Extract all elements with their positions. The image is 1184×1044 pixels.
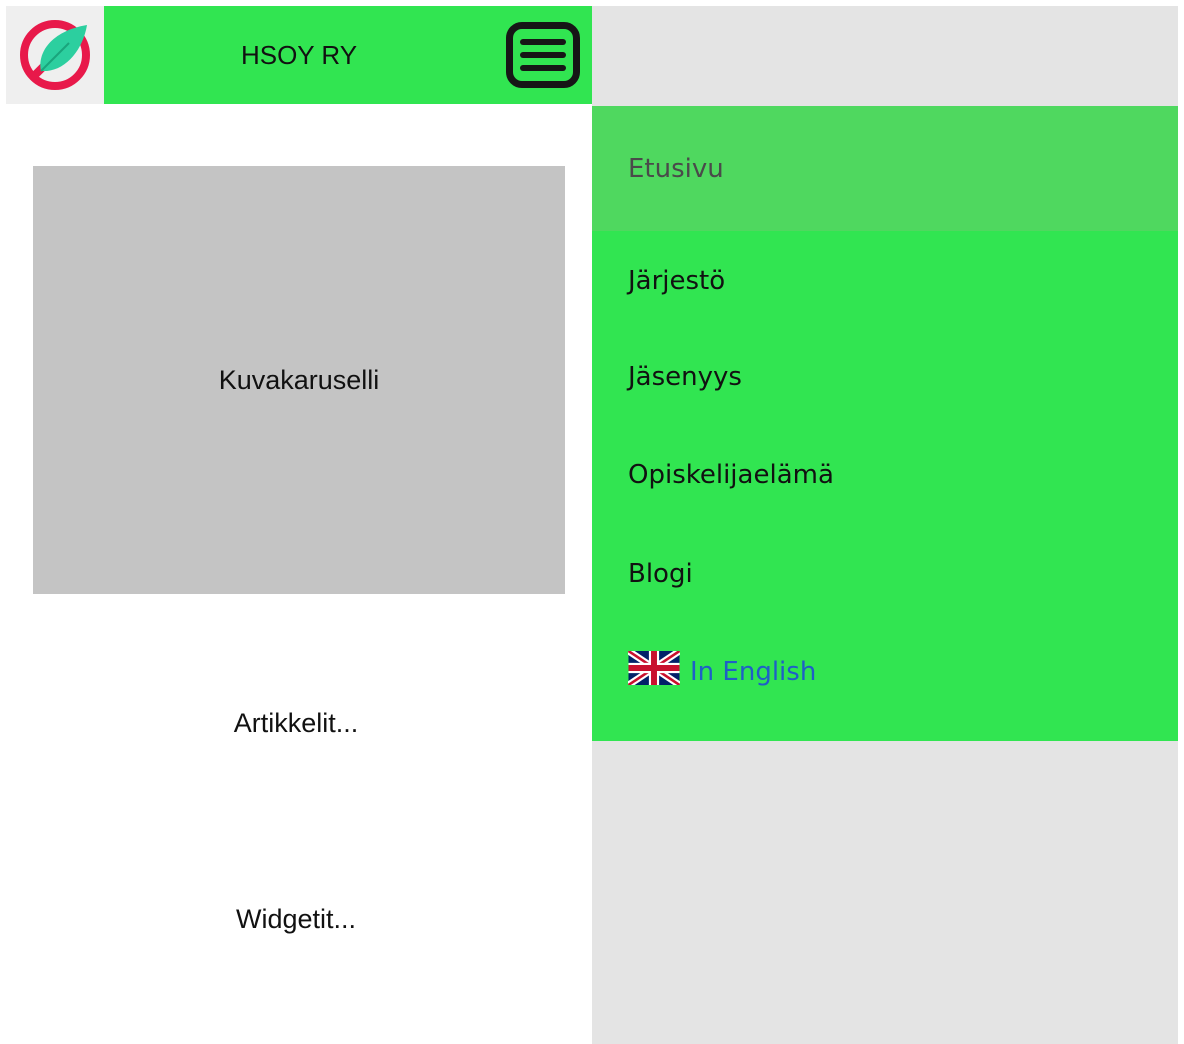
nav-item-blogi[interactable]: Blogi — [592, 524, 1178, 623]
hamburger-menu-button[interactable] — [506, 22, 580, 88]
nav-item-etusivu[interactable]: Etusivu — [592, 106, 1178, 231]
nav-item-in-english[interactable]: In English — [592, 622, 1178, 721]
image-carousel[interactable]: Kuvakaruselli — [33, 166, 565, 594]
nav-item-label: In English — [690, 656, 817, 687]
feather-logo-icon — [20, 20, 90, 90]
uk-flag-icon — [626, 648, 682, 692]
nav-item-label: Jäsenyys — [628, 361, 742, 392]
hamburger-menu-icon-bar — [520, 52, 566, 58]
site-logo[interactable] — [6, 6, 104, 104]
nav-item-opiskelijaelama[interactable]: Opiskelijaelämä — [592, 425, 1178, 524]
carousel-label: Kuvakaruselli — [218, 364, 380, 395]
site-title: HSOY RY — [240, 39, 358, 70]
nav-item-label: Blogi — [628, 558, 693, 589]
drawer-top-area — [592, 6, 1178, 106]
nav-item-label: Järjestö — [628, 265, 726, 296]
navigation-menu: Etusivu Järjestö Jäsenyys Opiskelijaeläm… — [592, 106, 1178, 741]
nav-item-jasenyys[interactable]: Jäsenyys — [592, 327, 1178, 426]
articles-placeholder: Artikkelit... — [233, 708, 359, 738]
drawer-bottom-area — [592, 741, 1178, 1044]
nav-item-label: Etusivu — [628, 153, 724, 184]
widgets-placeholder: Widgetit... — [235, 904, 357, 934]
hamburger-menu-icon-bar — [520, 65, 566, 71]
hamburger-menu-icon — [520, 39, 566, 45]
nav-item-label: Opiskelijaelämä — [628, 459, 834, 490]
nav-item-jarjesto[interactable]: Järjestö — [592, 231, 1178, 330]
